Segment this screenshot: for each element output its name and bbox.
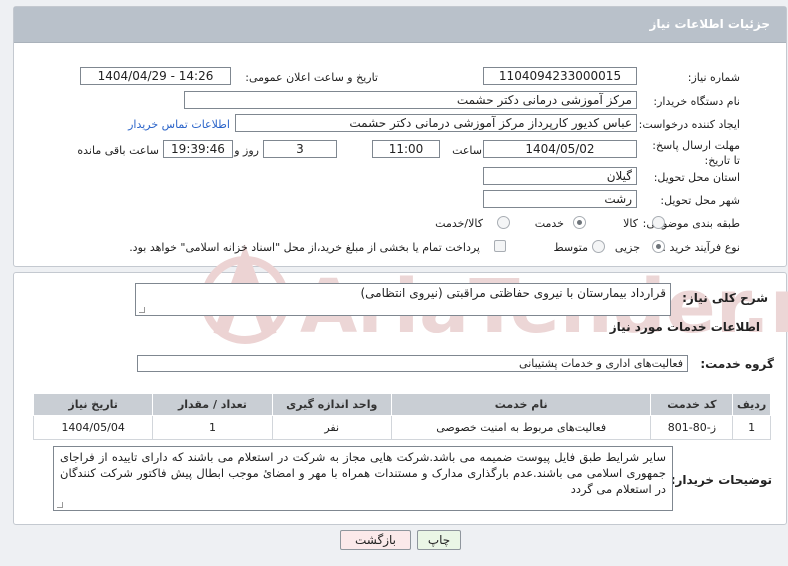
process-label: نوع فرآیند خرید : [662, 241, 740, 254]
deadline-time-field: 11:00 [372, 140, 440, 158]
table-header-row: ردیف کد خدمت نام خدمت واحد اندازه گیری ت… [32, 393, 771, 416]
summary-label: شرح کلی نیاز: [682, 291, 768, 305]
page-title: جزئیات اطلاعات نیاز [649, 17, 770, 31]
column-header: نام خدمت [390, 393, 652, 416]
category-option-goods-service: کالا/خدمت [435, 217, 483, 230]
need-number-field: 1104094233000015 [483, 67, 637, 85]
buyer-org-label: نام دستگاه خریدار: [653, 95, 740, 108]
announce-datetime-field: 1404/04/29 - 14:26 [80, 67, 231, 85]
category-radio-service[interactable] [573, 216, 586, 229]
services-table: ردیف کد خدمت نام خدمت واحد اندازه گیری ت… [32, 393, 771, 440]
print-button[interactable]: چاپ [417, 530, 461, 550]
treasury-checkbox[interactable] [494, 240, 506, 252]
category-option-goods: کالا [623, 217, 638, 230]
remaining-time-label: ساعت باقی مانده [77, 144, 159, 157]
announce-datetime-label: تاریخ و ساعت اعلان عمومی: [245, 71, 378, 84]
need-date-cell: 1404/05/04 [32, 415, 154, 440]
buyer-notes-label: توضیحات خریدار: [670, 473, 772, 487]
payment-note: پرداخت تمام یا بخشی از مبلغ خرید،از محل … [129, 241, 480, 254]
creator-field: عباس کدیور کارپرداز مرکز آموزشی درمانی د… [235, 114, 637, 132]
column-header: ردیف [732, 393, 771, 416]
resize-handle[interactable] [57, 502, 63, 508]
province-field: گیلان [483, 167, 637, 185]
process-radio-medium[interactable] [592, 240, 605, 253]
city-label: شهر محل تحویل: [660, 194, 740, 207]
process-option-minor: جزیی [614, 241, 640, 254]
unit-cell: نفر [271, 415, 392, 440]
table-row: 1 ز-80-801 فعالیت‌های مربوط به امنیت خصو… [32, 415, 771, 440]
province-label: استان محل تحویل: [653, 171, 740, 184]
column-header: واحد اندازه گیری [271, 393, 392, 416]
column-header: تاریخ نیاز [32, 393, 154, 416]
remaining-days-field: 3 [263, 140, 337, 158]
process-option-medium: متوسط [553, 241, 588, 254]
column-header: تعداد / مقدار [152, 393, 273, 416]
service-code-cell: ز-80-801 [650, 415, 734, 440]
category-radio-goods-service[interactable] [497, 216, 510, 229]
column-header: کد خدمت [650, 393, 734, 416]
need-number-label: شماره نیاز: [687, 71, 740, 84]
buyer-contact-link[interactable]: اطلاعات تماس خریدار [128, 118, 230, 131]
city-field: رشت [483, 190, 637, 208]
process-radio-minor[interactable] [652, 240, 665, 253]
buyer-notes-field: سایر شرایط طبق فایل پیوست ضمیمه می باشد.… [53, 446, 673, 511]
services-section-title: اطلاعات خدمات مورد نیاز [609, 320, 760, 334]
summary-field: قرارداد بیمارستان با نیروی حفاظتی مراقبت… [135, 283, 671, 316]
deadline-date-field: 1404/05/02 [483, 140, 637, 158]
service-group-field: فعالیت‌های اداری و خدمات پشتیبانی [137, 355, 688, 372]
buyer-org-field: مرکز آموزشی درمانی دکتر حشمت [184, 91, 637, 109]
deadline-time-label: ساعت [452, 144, 482, 157]
service-name-cell: فعالیت‌های مربوط به امنیت خصوصی [390, 415, 652, 440]
category-option-service: خدمت [534, 217, 564, 230]
quantity-cell: 1 [152, 415, 273, 440]
deadline-label: مهلت ارسال پاسخ: تا تاریخ: [652, 139, 740, 167]
remaining-time-field: 19:39:46 [163, 140, 233, 158]
row-index-cell: 1 [732, 415, 771, 440]
category-radio-goods[interactable] [652, 216, 665, 229]
days-label: روز و [234, 144, 259, 157]
back-button[interactable]: بازگشت [340, 530, 411, 550]
service-group-label: گروه خدمت: [700, 357, 774, 371]
resize-handle[interactable] [139, 307, 145, 313]
creator-label: ایجاد کننده درخواست: [638, 118, 740, 131]
panel-header: جزئیات اطلاعات نیاز [14, 7, 786, 43]
